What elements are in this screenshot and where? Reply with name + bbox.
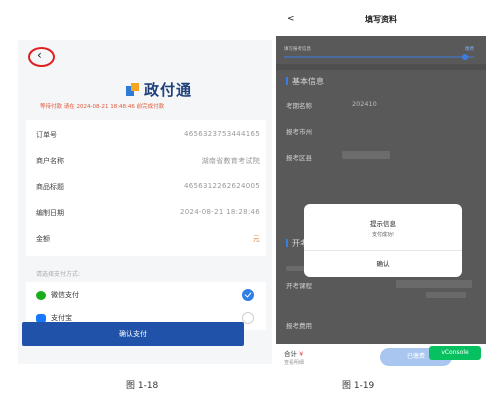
- confirm-pay-button[interactable]: 确认支付: [22, 322, 244, 346]
- exam-period-row: 考期名称 202410: [286, 96, 476, 116]
- fee-row: 报考费用: [286, 316, 476, 336]
- wechat-icon: [36, 291, 46, 300]
- back-icon[interactable]: ‹: [37, 48, 42, 62]
- page-title: 填写资料: [365, 15, 397, 24]
- order-info-card: 订单号 4656323753444165 商户名称 湖南省教育考试院 商品标题 …: [26, 120, 266, 256]
- product-title-label: 商品标题: [36, 183, 64, 191]
- wechat-radio-checked[interactable]: [242, 289, 254, 301]
- exam-period-label: 考期名称: [286, 102, 312, 110]
- form-body-overlay: 填写报考信息 缴费 基本信息 考期名称 202410 报考市州 报考区县 开考课…: [276, 36, 486, 370]
- payment-method-title: 请选择支付方式:: [36, 271, 81, 278]
- product-title-row: 商品标题 4656312262624005: [26, 176, 266, 198]
- step-pay-label: 缴费: [465, 47, 474, 52]
- fee-label: 报考费用: [286, 322, 312, 330]
- registration-form-page: < 填写资料 填写报考信息 缴费 基本信息 考期名称 202410 报考市州 报…: [276, 0, 486, 370]
- merchant-label: 商户名称: [36, 157, 64, 165]
- brand-logo-icon: [126, 83, 139, 96]
- success-dialog: 提示信息 支付成功! 确认: [304, 204, 462, 277]
- order-number-row: 订单号 4656323753444165: [26, 124, 266, 146]
- figure-caption-right: 图 1-19: [342, 381, 375, 391]
- amount-label: 金额: [36, 235, 50, 243]
- method-wechat-label: 微信支付: [51, 291, 79, 299]
- brand-header: 政付通: [126, 79, 192, 100]
- city-row[interactable]: 报考市州: [286, 122, 476, 142]
- order-number-value: 4656323753444165: [183, 130, 260, 138]
- created-date-row: 编制日期 2024-08-21 18:28:46: [26, 202, 266, 224]
- dialog-message: 支付成功!: [371, 232, 394, 238]
- payment-countdown: 等待付款 请在 2024-08-21 18:48:46 前完成付款: [40, 104, 165, 110]
- district-label: 报考区县: [286, 154, 312, 162]
- figure-caption-left: 图 1-18: [126, 381, 159, 391]
- step-current-dot: [462, 54, 468, 60]
- created-date-label: 编制日期: [36, 209, 64, 217]
- merchant-row: 商户名称 湖南省教育考试院: [26, 150, 266, 172]
- course-label: 开考课程: [286, 282, 312, 290]
- divider: [276, 64, 486, 70]
- dialog-title: 提示信息: [370, 220, 396, 228]
- payment-page: ‹ 政付通 等待付款 请在 2024-08-21 18:48:46 前完成付款 …: [18, 40, 272, 364]
- redacted-value: [342, 151, 390, 159]
- vconsole-button[interactable]: vConsole: [429, 346, 481, 360]
- view-detail-link[interactable]: 查看明细: [284, 359, 304, 366]
- total-amount: 合计 ¥: [284, 348, 303, 358]
- merchant-value: 湖南省教育考试院: [201, 157, 260, 165]
- method-wechat[interactable]: 微信支付: [26, 284, 266, 306]
- section-basic-info: 基本信息: [286, 76, 324, 87]
- amount-value: 元: [252, 235, 260, 243]
- step-fill-info-label: 填写报考信息: [284, 47, 311, 52]
- total-currency: ¥: [299, 350, 304, 358]
- redacted-value: [426, 292, 466, 298]
- redacted-value: [396, 280, 472, 288]
- dialog-confirm-button[interactable]: 确认: [304, 251, 462, 277]
- order-number-label: 订单号: [36, 131, 57, 139]
- created-date-value: 2024-08-21 18:28:46: [179, 208, 260, 216]
- district-row[interactable]: 报考区县: [286, 148, 476, 168]
- brand-name: 政付通: [144, 81, 193, 99]
- total-label: 合计: [284, 350, 297, 358]
- step-line: [284, 56, 474, 58]
- form-header: < 填写资料: [276, 0, 486, 36]
- amount-row: 金额 元: [26, 228, 266, 250]
- city-label: 报考市州: [286, 128, 312, 136]
- product-title-value: 4656312262624005: [183, 182, 260, 190]
- exam-period-value: 202410: [352, 100, 377, 108]
- step-progress: 填写报考信息 缴费: [284, 44, 474, 62]
